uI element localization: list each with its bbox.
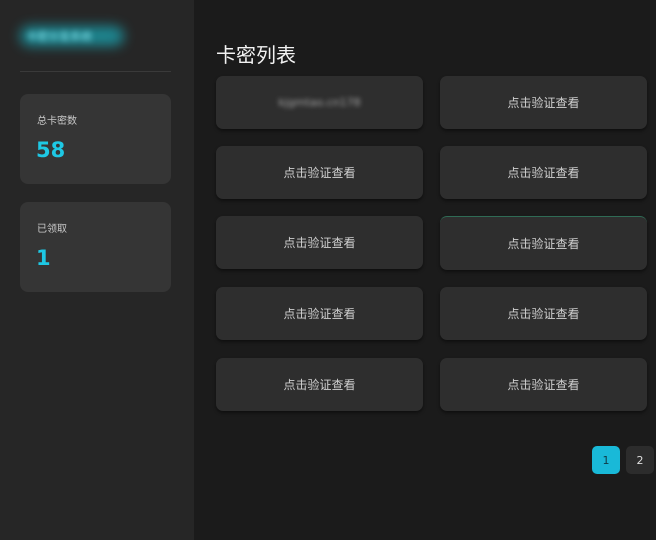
page-title: 卡密列表 [216,43,296,68]
card-text: 点击验证查看 [283,236,356,250]
page-button-1[interactable]: 1 [592,446,620,474]
brand-title: 卡密分发系统 [26,30,92,43]
card-item[interactable]: 点击验证查看 [440,216,647,270]
card-item[interactable]: 点击验证查看 [440,76,647,129]
sidebar-divider [20,71,171,72]
page-button-2[interactable]: 2 [626,446,654,474]
pagination: 1 2 [592,446,654,474]
card-item[interactable]: 点击验证查看 [440,287,647,340]
card-text: 点击验证查看 [507,378,580,392]
card-text: 点击验证查看 [283,307,356,321]
card-item[interactable]: kjgmtao.cn178 [216,76,423,129]
stat-label-total: 总卡密数 [37,116,77,127]
stat-value-claimed: 1 [36,246,51,270]
main-content: 卡密列表 kjgmtao.cn178 点击验证查看 点击验证查看 点击验证查看 … [194,0,656,540]
card-item[interactable]: 点击验证查看 [216,146,423,199]
sidebar: 卡密分发系统 总卡密数 58 已领取 1 [0,0,194,540]
card-item[interactable]: 点击验证查看 [216,287,423,340]
stat-card-claimed: 已领取 1 [20,202,171,292]
card-item[interactable]: 点击验证查看 [216,358,423,411]
card-text: 点击验证查看 [283,166,356,180]
card-text: 点击验证查看 [283,378,356,392]
app-root: 卡密分发系统 总卡密数 58 已领取 1 卡密列表 kjgmtao.cn178 … [0,0,656,540]
card-text: 点击验证查看 [507,96,580,110]
card-item[interactable]: 点击验证查看 [440,146,647,199]
stat-card-total: 总卡密数 58 [20,94,171,184]
stat-value-total: 58 [36,138,66,162]
card-text: 点击验证查看 [507,166,580,180]
card-text: 点击验证查看 [507,237,580,251]
card-text: 点击验证查看 [507,307,580,321]
card-text: kjgmtao.cn178 [278,96,361,109]
card-item[interactable]: 点击验证查看 [216,216,423,269]
stat-label-claimed: 已领取 [37,224,67,235]
card-item[interactable]: 点击验证查看 [440,358,647,411]
